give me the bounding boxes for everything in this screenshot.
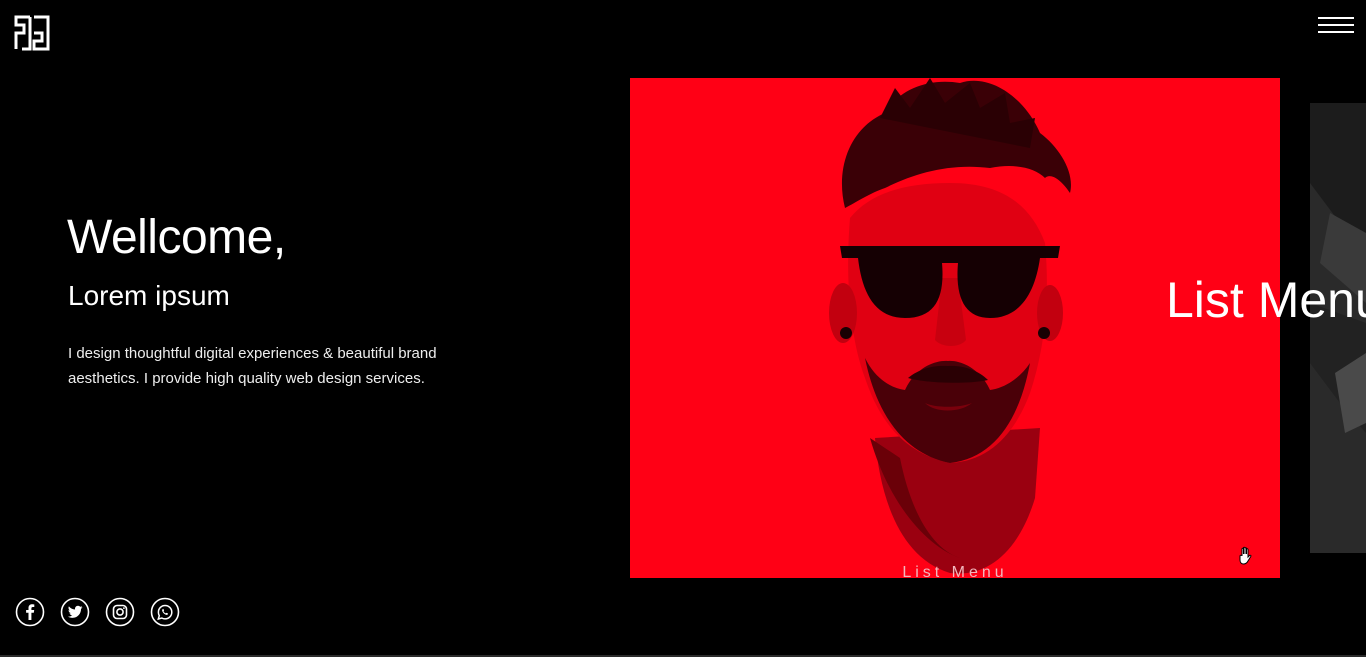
instagram-icon[interactable] xyxy=(105,597,135,627)
facebook-icon[interactable] xyxy=(15,597,45,627)
slide-title-overlay[interactable]: List Menu xyxy=(1166,270,1366,330)
hero-subtitle: Lorem ipsum xyxy=(68,280,230,311)
twitter-icon[interactable] xyxy=(60,597,90,627)
slide-caption[interactable]: List Menu xyxy=(630,564,1280,578)
whatsapp-icon[interactable] xyxy=(150,597,180,627)
hero-description: I design thoughtful digital experiences … xyxy=(68,345,437,387)
menu-line xyxy=(1318,24,1354,26)
menu-line xyxy=(1318,17,1354,19)
brand-logo-icon[interactable] xyxy=(14,15,50,51)
page: Wellcome, Lorem ipsum I design thoughtfu… xyxy=(0,0,1366,657)
menu-line xyxy=(1318,31,1354,33)
hand-cursor-icon xyxy=(1239,546,1252,565)
hero-title: Wellcome, xyxy=(67,211,286,264)
social-links xyxy=(15,597,180,627)
hamburger-menu-button[interactable] xyxy=(1318,15,1354,37)
